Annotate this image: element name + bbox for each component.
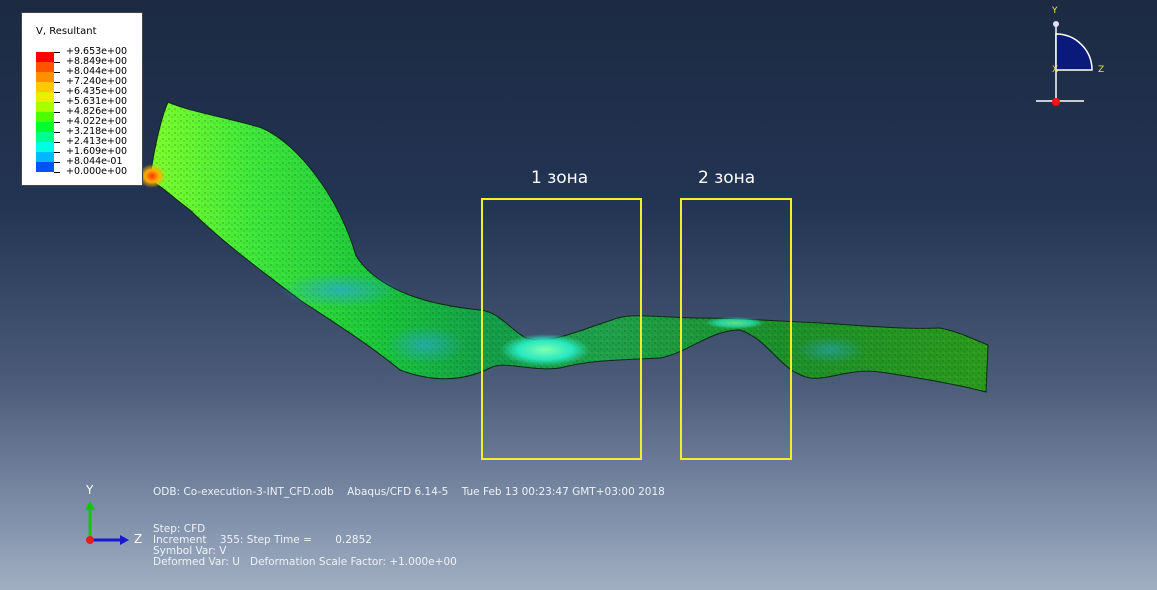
legend-swatch [36, 152, 54, 162]
legend-tick [54, 172, 60, 173]
legend-swatch [36, 62, 54, 72]
view-x-label: X [1052, 65, 1059, 75]
view-y-label: Y [1052, 6, 1058, 16]
abaqus-viewport[interactable]: V, Resultant +9.653e+00 +8.849e+00 +8.044e… [0, 0, 1157, 590]
legend-tick [54, 92, 60, 93]
legend-tick [54, 82, 60, 83]
legend-tick [54, 122, 60, 123]
odb-info-line: ODB: Co-execution-3-INT_CFD.odb Abaqus/C… [153, 486, 665, 498]
legend-swatch [36, 72, 54, 82]
triad-y-label: Y [86, 483, 94, 497]
zone-1-box [481, 198, 642, 460]
legend-swatch [36, 102, 54, 112]
legend-values: +9.653e+00 +8.849e+00 +8.044e+00 +7.240e+00… [66, 47, 127, 177]
zone-1-label: 1 зона [531, 168, 589, 188]
axis-triad [85, 501, 129, 545]
legend-swatch [36, 122, 54, 132]
legend-swatch [36, 82, 54, 92]
zone-2-label: 2 зона [698, 168, 756, 188]
legend-color-bar [36, 52, 54, 172]
legend-tick [54, 112, 60, 113]
legend-tick [54, 72, 60, 73]
legend-tick [54, 142, 60, 143]
legend-tick [54, 162, 60, 163]
legend-tick [54, 152, 60, 153]
view-z-label: Z [1098, 65, 1105, 75]
legend-swatch [36, 162, 54, 172]
deformed-var-info: Deformed Var: U Deformation Scale Factor… [153, 556, 457, 568]
legend-title: V, Resultant [36, 26, 97, 37]
legend-swatch [36, 52, 54, 62]
zone-2-box [680, 198, 792, 460]
triad-z-label: Z [134, 532, 143, 546]
legend-tick [54, 62, 60, 63]
contour-legend: V, Resultant +9.653e+00 +8.849e+00 +8.044e… [21, 12, 143, 186]
view-orientation-widget[interactable] [1030, 8, 1120, 108]
legend-swatch [36, 92, 54, 102]
legend-swatch [36, 142, 54, 152]
legend-swatch [36, 132, 54, 142]
legend-tick [54, 52, 60, 53]
legend-tick [54, 132, 60, 133]
legend-value-label: +0.000e+00 [66, 166, 128, 177]
legend-swatch [36, 112, 54, 122]
legend-tick [54, 102, 60, 103]
